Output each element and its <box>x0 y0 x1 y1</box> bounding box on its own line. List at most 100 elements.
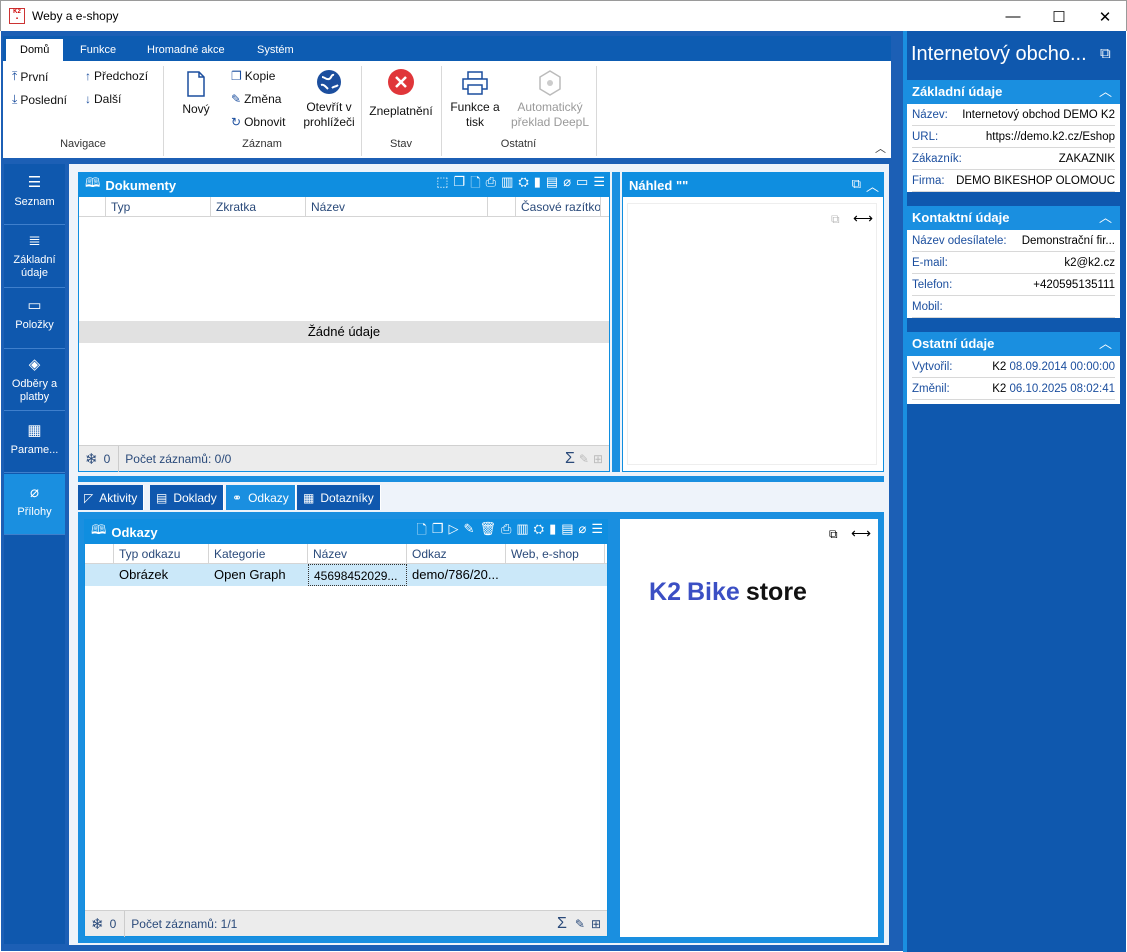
popout-icon[interactable]: ⧉ <box>852 176 861 195</box>
excel-icon[interactable]: ▤ <box>561 521 573 543</box>
popout-icon[interactable]: ⧉ <box>1100 45 1111 62</box>
close-button[interactable]: ✕ <box>1082 1 1127 32</box>
printer-icon <box>462 71 488 95</box>
print-icon[interactable]: ⎙ <box>486 174 496 196</box>
sum-icon[interactable]: Σ <box>557 915 567 933</box>
maximize-button[interactable]: ☐ <box>1036 1 1082 32</box>
open-in-browser-button[interactable]: Otevřít v prohlížeči <box>301 68 357 130</box>
new-document-icon[interactable]: 🗋 <box>416 521 426 543</box>
cancel-record-button[interactable]: Zneplatnění <box>367 68 435 119</box>
last-button[interactable]: ⤓ Poslední <box>12 92 67 107</box>
functions-print-button[interactable]: Funkce a tisk <box>447 70 503 130</box>
play-icon[interactable]: ▷ <box>449 521 459 543</box>
columns-icon[interactable]: ▮ <box>549 521 556 543</box>
arrow-down-bar-icon: ⤓ <box>12 92 18 106</box>
add-record-icon[interactable]: ⊞ <box>591 917 601 931</box>
new-document-icon[interactable]: 🗋 <box>470 174 480 196</box>
filter-icon[interactable]: ⛭ <box>534 521 544 543</box>
external-link-icon[interactable]: ⧉ <box>831 212 840 227</box>
fit-width-icon[interactable]: ⟷ <box>853 210 873 227</box>
cancel-x-icon <box>388 69 414 95</box>
nav-item-odbery-a-platby[interactable]: ◈ Odběry a platby <box>4 350 65 411</box>
row-indicator-header <box>79 197 106 216</box>
folder-icon[interactable]: ▭ <box>576 174 588 196</box>
refresh-button[interactable]: ↻ Obnovit <box>231 115 285 129</box>
nav-item-prilohy[interactable]: ⌀ Přílohy <box>4 474 65 535</box>
col-kategorie[interactable]: Kategorie <box>209 544 308 563</box>
copy-button[interactable]: ❐ Kopie <box>231 69 275 83</box>
basic-info-header[interactable]: Základní údaje ︿ <box>907 80 1120 104</box>
details-list-icon: ≣ <box>28 232 41 249</box>
links-records: Počet záznamů: 1/1 <box>124 910 237 937</box>
col-zkratka[interactable]: Zkratka <box>211 197 306 216</box>
col-typ[interactable]: Typ <box>106 197 211 216</box>
info-row: URL: https://demo.k2.cz/Eshop <box>912 126 1115 148</box>
tab-domu[interactable]: Domů <box>6 39 64 61</box>
chart-icon[interactable]: ▥ <box>516 521 528 543</box>
columns-icon[interactable]: ▮ <box>534 174 541 196</box>
tab-odkazy[interactable]: ⚭ Odkazy <box>226 485 296 510</box>
prev-button[interactable]: ↑ Předchozí <box>85 69 148 83</box>
new-button[interactable]: Nový <box>176 70 216 117</box>
attach-icon[interactable]: ⌀ <box>563 174 571 196</box>
menu-icon[interactable]: ☰ <box>591 521 603 543</box>
minimize-button[interactable]: — <box>990 1 1036 32</box>
first-button[interactable]: ⤒ První <box>12 69 48 84</box>
table-row[interactable]: Obrázek Open Graph 45698452029... demo/7… <box>85 564 607 586</box>
nav-item-seznam[interactable]: ☰ Seznam <box>4 164 65 225</box>
add-record-icon[interactable]: ⊞ <box>593 452 603 466</box>
next-button[interactable]: ↓ Další <box>85 92 121 106</box>
attach-icon[interactable]: ⌀ <box>579 521 587 543</box>
snowflake-icon[interactable]: ❄ <box>85 450 98 468</box>
tab-doklady[interactable]: ▤ Doklady <box>150 485 224 510</box>
title-bar: K2 ▪ Weby a e-shopy — ☐ ✕ <box>0 0 1127 31</box>
copy-icon[interactable]: ❐ <box>454 174 466 196</box>
collapse-ribbon-icon[interactable]: ︿ <box>875 140 886 156</box>
nav-item-polozky[interactable]: ▭ Položky <box>4 289 65 349</box>
sum-icon[interactable]: Σ <box>565 450 575 468</box>
other-info-header[interactable]: Ostatní údaje ︿ <box>907 332 1120 356</box>
trash-icon[interactable]: 🗑 <box>479 521 496 543</box>
col-odkaz[interactable]: Odkaz <box>407 544 506 563</box>
tab-system[interactable]: Systém <box>243 39 308 61</box>
filter-icon[interactable]: ⛭ <box>518 174 528 196</box>
horizontal-splitter[interactable] <box>78 476 884 482</box>
tab-hromadne-akce[interactable]: Hromadné akce <box>133 39 239 61</box>
excel-icon[interactable]: ▤ <box>546 174 558 196</box>
col-casove-razitko[interactable]: Časové razítko <box>516 197 601 216</box>
edit-icon[interactable]: ✎ <box>579 452 589 466</box>
collapse-icon[interactable]: ︿ <box>866 176 879 195</box>
print-icon[interactable]: ⎙ <box>501 521 511 543</box>
edit-icon[interactable]: ✎ <box>575 917 585 931</box>
pencil-icon[interactable]: ✎ <box>464 521 475 543</box>
tab-dotazniky[interactable]: ▦ Dotazníky <box>297 485 381 510</box>
documents-footer: ❄ 0 Počet záznamů: 0/0 Σ ✎ ⊞ <box>79 445 609 472</box>
deepl-translate-button[interactable]: Automatický překlad DeepL <box>508 70 592 130</box>
chart-icon[interactable]: ▥ <box>501 174 513 196</box>
snowflake-icon[interactable]: ❄ <box>91 915 104 933</box>
info-row: Telefon: +420595135111 <box>912 274 1115 296</box>
questionnaire-icon: ▦ <box>303 490 315 505</box>
fit-width-icon[interactable]: ⟷ <box>851 525 871 542</box>
menu-icon[interactable]: ☰ <box>593 174 605 196</box>
nav-item-zakladni-udaje[interactable]: ≣ Základní údaje <box>4 226 65 288</box>
col-typ-odkazu[interactable]: Typ odkazu <box>114 544 209 563</box>
select-icon[interactable]: ⬚ <box>436 174 448 196</box>
vertical-splitter[interactable] <box>612 172 620 472</box>
nav-item-parametry[interactable]: ▦ Parame... <box>4 412 65 473</box>
contact-info-header[interactable]: Kontaktní údaje ︿ <box>907 206 1120 230</box>
cell-odkaz: demo/786/20... <box>412 567 499 582</box>
change-button[interactable]: ✎ Změna <box>231 92 281 106</box>
info-row: Název: Internetový obchod DEMO K2 <box>912 104 1115 126</box>
col-nazev[interactable]: Název <box>306 197 488 216</box>
col-nazev[interactable]: Název <box>308 544 407 563</box>
collapse-icon: ︿ <box>1098 210 1112 225</box>
tab-aktivity[interactable]: ◸ Aktivity <box>78 485 145 510</box>
right-info-panel: Internetový obcho... ⧉ Základní údaje ︿ N… <box>903 31 1126 952</box>
tab-funkce[interactable]: Funkce <box>66 39 130 61</box>
arrow-down-icon: ↓ <box>85 92 91 106</box>
copy-icon[interactable]: ❐ <box>432 521 444 543</box>
col-web-eshop[interactable]: Web, e-shop <box>506 544 605 563</box>
external-link-icon[interactable]: ⧉ <box>829 527 838 542</box>
vertical-splitter[interactable] <box>612 519 618 937</box>
